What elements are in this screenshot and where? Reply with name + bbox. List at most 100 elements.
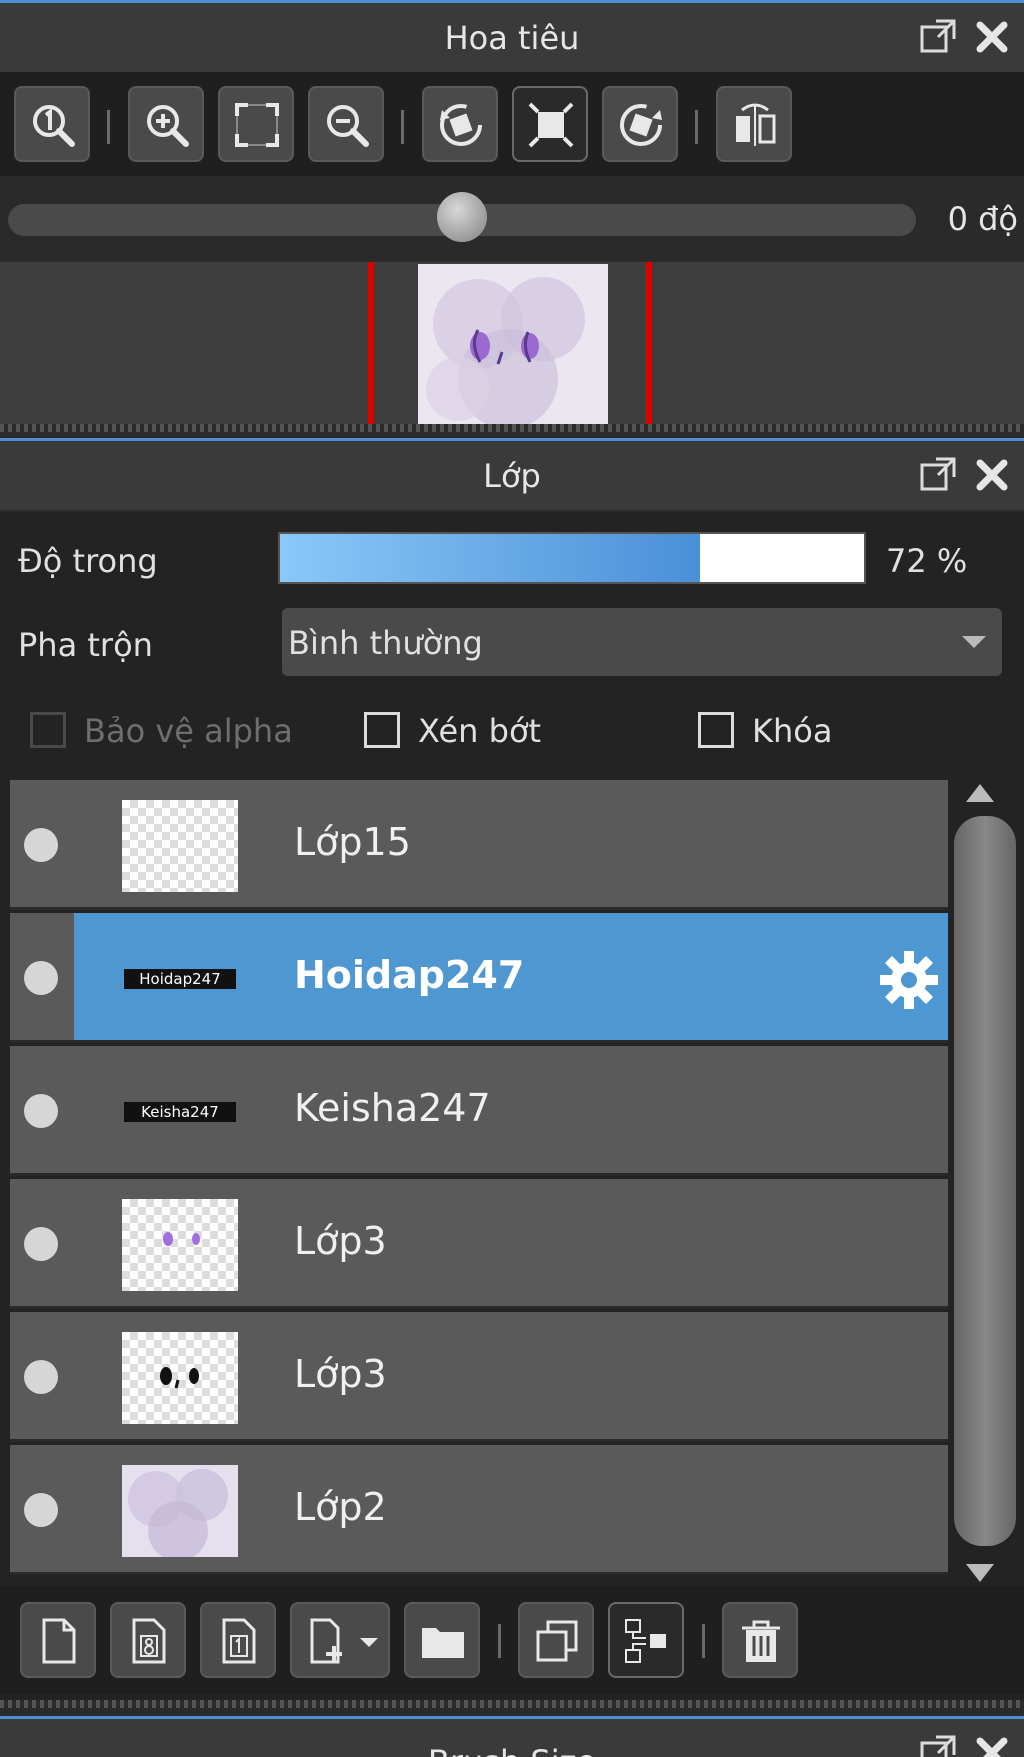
zoom-actual-button[interactable] <box>14 86 90 162</box>
new-folder-icon <box>422 1628 464 1658</box>
brush-size-header: Brush Size <box>0 1716 1024 1757</box>
blend-label: Pha trộn <box>18 626 153 664</box>
rotate-right-button[interactable] <box>602 86 678 162</box>
brush-size-title: Brush Size <box>0 1743 1024 1757</box>
svg-text:Hoidap247: Hoidap247 <box>139 970 221 988</box>
layers-header: Lớp <box>0 438 1024 510</box>
add-layer-dropdown-button[interactable] <box>290 1602 390 1678</box>
view-bound-left <box>368 262 374 424</box>
new-layer-button[interactable] <box>20 1602 96 1678</box>
reset-view-icon <box>528 102 574 148</box>
scroll-thumb[interactable] <box>954 816 1016 1546</box>
chevron-down-icon <box>962 636 986 648</box>
flip-horizontal-button[interactable] <box>716 86 792 162</box>
layer-settings-icon[interactable] <box>878 949 940 1011</box>
view-bound-right <box>646 262 652 424</box>
layer-thumbnail <box>122 1465 238 1557</box>
navigator-header: Hoa tiêu <box>0 0 1024 72</box>
zoom-out-button[interactable] <box>308 86 384 162</box>
layers-title: Lớp <box>483 457 541 495</box>
layer-name: Lớp15 <box>294 820 411 864</box>
new-folder-button[interactable] <box>404 1602 480 1678</box>
float-panel-icon[interactable] <box>918 1733 958 1757</box>
new-8bit-layer-button[interactable] <box>110 1602 186 1678</box>
layer-thumbnail <box>122 800 238 892</box>
float-panel-icon[interactable] <box>918 455 958 495</box>
new-1bit-layer-button[interactable] <box>200 1602 276 1678</box>
opacity-fill <box>280 534 701 582</box>
toolbar-separator <box>498 1624 501 1658</box>
rotate-left-button[interactable] <box>422 86 498 162</box>
layer-row[interactable]: Lớp15 <box>10 780 948 910</box>
panel-splitter[interactable] <box>0 424 1024 432</box>
layer-row[interactable]: Lớp3 <box>10 1312 948 1442</box>
visibility-toggle[interactable] <box>24 1360 58 1394</box>
opacity-label: Độ trong <box>18 542 158 580</box>
delete-layer-button[interactable] <box>722 1602 798 1678</box>
scroll-down-icon[interactable] <box>966 1564 994 1582</box>
layer-name: Hoidap247 <box>294 953 525 997</box>
scroll-up-icon[interactable] <box>966 784 994 802</box>
visibility-toggle[interactable] <box>24 828 58 862</box>
layer-row[interactable]: Keisha247 Keisha247 <box>10 1046 948 1176</box>
canvas-preview-image <box>418 264 608 424</box>
float-panel-icon[interactable] <box>918 17 958 57</box>
rotate-right-icon <box>620 104 662 146</box>
layer-row[interactable]: Lớp3 <box>10 1179 948 1309</box>
zoom-in-icon <box>147 105 189 147</box>
merge-layer-button[interactable] <box>608 1602 684 1678</box>
layer-name: Lớp3 <box>294 1219 387 1263</box>
layer-name: Lớp2 <box>294 1485 387 1529</box>
layer-row[interactable]: Hoidap247 Hoidap247 <box>10 913 948 1043</box>
protect-alpha-label: Bảo vệ alpha <box>84 712 293 750</box>
visibility-toggle[interactable] <box>24 1493 58 1527</box>
opacity-value: 72 % <box>886 542 968 580</box>
visibility-toggle[interactable] <box>24 961 58 995</box>
layer-list: Lớp15 Hoidap247 Hoidap247 Keisha247 Keis… <box>10 780 948 1580</box>
visibility-toggle[interactable] <box>24 1094 58 1128</box>
rotation-slider-thumb[interactable] <box>437 192 487 242</box>
new-8bit-layer-icon <box>132 1618 166 1664</box>
layer-name: Lớp3 <box>294 1352 387 1396</box>
visibility-toggle[interactable] <box>24 1227 58 1261</box>
svg-text:Keisha247: Keisha247 <box>141 1103 219 1121</box>
blend-mode-select[interactable]: Bình thường <box>282 608 1002 676</box>
navigator-preview[interactable] <box>0 262 1024 424</box>
toolbar-separator <box>107 110 110 144</box>
layer-thumbnail <box>122 1199 238 1291</box>
panel-splitter[interactable] <box>0 1700 1024 1708</box>
layer-actions-toolbar <box>0 1586 1024 1694</box>
opacity-slider[interactable] <box>278 532 866 584</box>
layer-thumbnail <box>122 1332 238 1424</box>
blend-mode-value: Bình thường <box>288 624 483 662</box>
navigator-toolbar <box>0 72 1024 176</box>
reset-view-button[interactable] <box>512 86 588 162</box>
layer-name: Keisha247 <box>294 1086 491 1130</box>
rotation-value: 0 độ <box>947 200 1018 238</box>
zoom-in-button[interactable] <box>128 86 204 162</box>
zoom-out-icon <box>327 105 369 147</box>
fit-screen-icon <box>235 103 279 147</box>
layer-list-scrollbar[interactable] <box>950 780 1016 1590</box>
layer-row[interactable]: Lớp2 <box>10 1445 948 1575</box>
close-panel-icon[interactable] <box>972 17 1012 57</box>
close-panel-icon[interactable] <box>972 1733 1012 1757</box>
flip-horizontal-icon <box>736 103 776 146</box>
merge-layer-icon <box>625 1619 666 1663</box>
clipping-label: Xén bớt <box>418 712 542 750</box>
delete-layer-icon <box>742 1620 780 1662</box>
duplicate-layer-button[interactable] <box>518 1602 594 1678</box>
protect-alpha-checkbox[interactable] <box>30 712 66 748</box>
fit-screen-button[interactable] <box>218 86 294 162</box>
rotation-slider-area: 0 độ <box>0 178 1024 260</box>
lock-checkbox[interactable] <box>698 712 734 748</box>
toolbar-separator <box>702 1624 705 1658</box>
rotate-left-icon <box>440 104 482 146</box>
toolbar-separator <box>695 110 698 144</box>
layer-thumbnail: Hoidap247 <box>122 933 238 1025</box>
lock-label: Khóa <box>752 712 833 750</box>
add-layer-dropdown-icon <box>310 1618 342 1664</box>
close-panel-icon[interactable] <box>972 455 1012 495</box>
clipping-checkbox[interactable] <box>364 712 400 748</box>
toolbar-separator <box>401 110 404 144</box>
